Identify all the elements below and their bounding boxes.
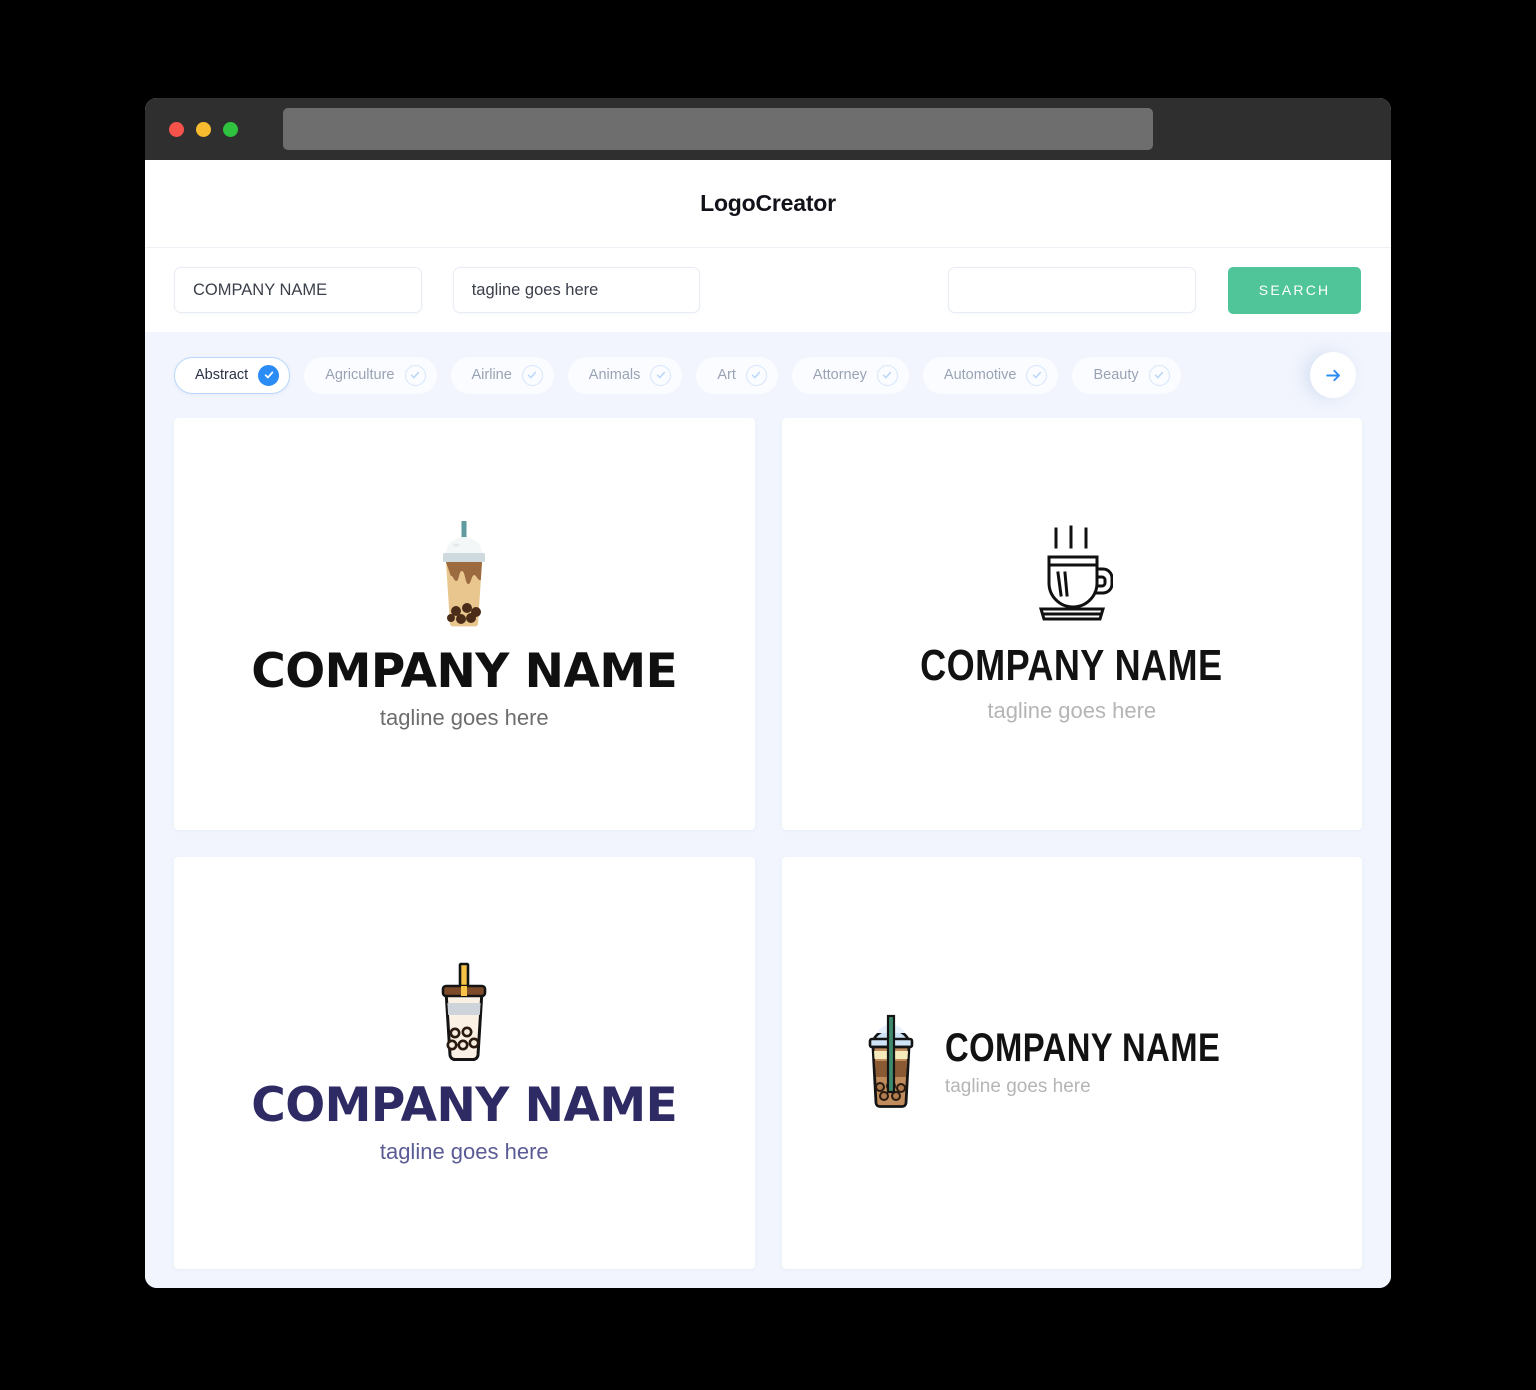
category-filter-bar: Abstract Agriculture Airline Animals Art Atto… [145,332,1391,418]
category-chip-label: Animals [588,367,641,383]
logo-company-name: COMPANY NAME [251,644,678,699]
category-chip-airline[interactable]: Airline [450,356,554,394]
coffee-cup-saucer-line-icon [1031,525,1114,630]
logo-tagline: tagline goes here [987,697,1157,723]
categories-next-button[interactable] [1310,352,1356,398]
tagline-field[interactable] [452,267,701,313]
category-chip-label: Airline [471,367,512,383]
close-window-button[interactable] [169,121,184,137]
logo-card[interactable]: COMPANY NAME tagline goes here [781,418,1362,830]
logo-card[interactable]: COMPANY NAME tagline goes here [174,857,755,1269]
category-chip-label: Beauty [1093,367,1139,383]
category-chip-animals[interactable]: Animals [567,356,683,394]
category-chip-beauty[interactable]: Beauty [1072,356,1181,394]
category-chip-label: Abstract [195,367,249,383]
app-header: LogoCreator [145,160,1391,248]
category-chip-label: Agriculture [325,367,395,383]
category-chip-art[interactable]: Art [696,356,778,394]
window-controls [169,121,238,137]
app-brand-title: LogoCreator [700,190,836,216]
check-circle-icon [521,364,543,386]
category-chip-automotive[interactable]: Automotive [922,356,1059,394]
address-bar[interactable] [283,108,1153,150]
logo-tagline: tagline goes here [379,705,549,730]
check-circle-icon [745,364,767,386]
keyword-field[interactable] [948,267,1197,313]
check-circle-icon [650,364,672,386]
logo-company-name: COMPANY NAME [251,1078,678,1133]
check-circle-icon [258,364,280,386]
category-chip-label: Automotive [943,367,1017,383]
arrow-right-icon [1325,369,1340,381]
category-chip-agriculture[interactable]: Agriculture [304,356,437,394]
logo-tagline: tagline goes here [944,1076,1091,1097]
check-circle-icon [404,364,426,386]
category-chip-attorney[interactable]: Attorney [791,356,909,394]
check-circle-icon [1026,364,1048,386]
tagline-input[interactable] [471,280,682,300]
logo-company-name: COMPANY NAME [920,640,1223,690]
company-name-field[interactable] [174,267,422,313]
logo-tagline: tagline goes here [379,1139,549,1164]
keyword-input[interactable] [967,280,1178,300]
logo-company-name: COMPANY NAME [944,1026,1221,1070]
check-circle-icon [1148,364,1170,386]
logo-card[interactable]: COMPANY NAME tagline goes here [174,418,755,830]
category-chip-label: Art [717,367,736,383]
browser-window: LogoCreator SEARCH Abstract Agriculture Ai… [145,98,1391,1288]
bubble-tea-cup-outline-icon [435,961,493,1068]
check-circle-icon [876,364,898,386]
maximize-window-button[interactable] [223,121,238,137]
minimize-window-button[interactable] [196,121,211,137]
bubble-tea-cup-blue-lid-icon [863,1011,919,1116]
logo-card[interactable]: COMPANY NAME tagline goes here [781,857,1362,1269]
category-chip-label: Attorney [812,367,867,383]
category-chip-abstract[interactable]: Abstract [174,356,291,394]
browser-titlebar [145,98,1391,160]
logo-results-grid: COMPANY NAME tagline goes here COMPANY N… [145,418,1391,1288]
bubble-tea-cup-flat-icon [437,517,491,634]
search-button[interactable]: SEARCH [1228,266,1361,314]
search-toolbar: SEARCH [145,248,1391,332]
page-backdrop: LogoCreator SEARCH Abstract Agriculture Ai… [0,0,1536,1390]
company-name-input[interactable] [193,280,403,300]
